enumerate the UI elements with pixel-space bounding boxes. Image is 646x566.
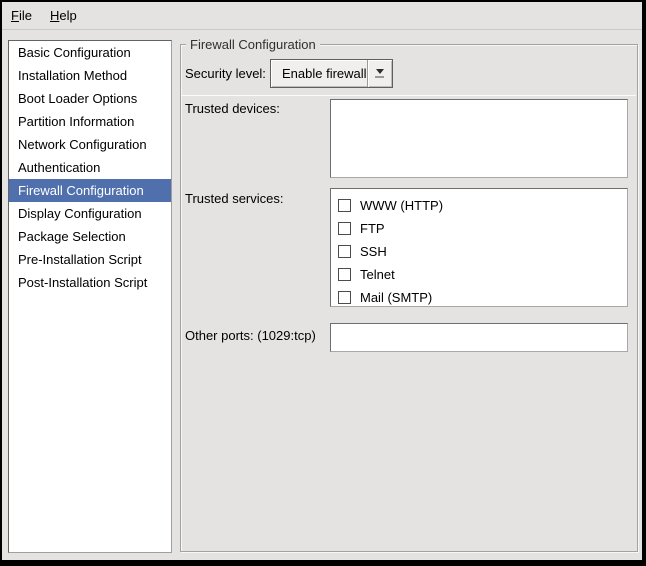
security-level-label: Security level: (185, 66, 266, 82)
sidebar-item-package-selection[interactable]: Package Selection (9, 225, 171, 248)
trusted-devices-list[interactable] (330, 99, 628, 178)
sidebar-item-network-configuration[interactable]: Network Configuration (9, 133, 171, 156)
service-label: FTP (360, 221, 385, 236)
checkbox-ssh-icon[interactable] (338, 245, 351, 258)
service-label: Telnet (360, 267, 395, 282)
trusted-devices-label: Trusted devices: (185, 101, 280, 117)
window: FileHelp Basic Configuration Installatio… (2, 2, 642, 560)
sidebar-item-display-configuration[interactable]: Display Configuration (9, 202, 171, 225)
service-row-www-http[interactable]: WWW (HTTP) (331, 194, 627, 217)
menu-help[interactable]: Help (41, 2, 86, 29)
service-label: SSH (360, 244, 387, 259)
dropdown-arrow-icon (367, 60, 392, 87)
service-row-telnet[interactable]: Telnet (331, 263, 627, 286)
sidebar-item-installation-method[interactable]: Installation Method (9, 64, 171, 87)
other-ports-label: Other ports: (1029:tcp) (185, 328, 316, 344)
frame-title: Firewall Configuration (186, 37, 320, 52)
separator (182, 95, 636, 96)
menubar: FileHelp (2, 2, 642, 30)
checkbox-www-http-icon[interactable] (338, 199, 351, 212)
checkbox-mail-smtp-icon[interactable] (338, 291, 351, 304)
sidebar-item-boot-loader-options[interactable]: Boot Loader Options (9, 87, 171, 110)
security-level-value: Enable firewall (271, 66, 367, 81)
sidebar-item-post-installation-script[interactable]: Post-Installation Script (9, 271, 171, 294)
security-level-select[interactable]: Enable firewall (270, 59, 393, 88)
service-row-ssh[interactable]: SSH (331, 240, 627, 263)
sidebar-item-basic-configuration[interactable]: Basic Configuration (9, 41, 171, 64)
trusted-services-label: Trusted services: (185, 191, 284, 207)
service-label: WWW (HTTP) (360, 198, 443, 213)
checkbox-ftp-icon[interactable] (338, 222, 351, 235)
service-label: Mail (SMTP) (360, 290, 432, 305)
service-row-mail-smtp[interactable]: Mail (SMTP) (331, 286, 627, 307)
trusted-services-list: WWW (HTTP) FTP SSH Telnet Mail (SMTP) (330, 188, 628, 307)
sidebar-item-partition-information[interactable]: Partition Information (9, 110, 171, 133)
menu-file[interactable]: File (2, 2, 41, 29)
other-ports-input[interactable] (330, 323, 628, 352)
service-row-ftp[interactable]: FTP (331, 217, 627, 240)
category-list: Basic Configuration Installation Method … (8, 40, 172, 553)
sidebar-item-firewall-configuration[interactable]: Firewall Configuration (9, 179, 171, 202)
sidebar-item-authentication[interactable]: Authentication (9, 156, 171, 179)
checkbox-telnet-icon[interactable] (338, 268, 351, 281)
sidebar-item-pre-installation-script[interactable]: Pre-Installation Script (9, 248, 171, 271)
